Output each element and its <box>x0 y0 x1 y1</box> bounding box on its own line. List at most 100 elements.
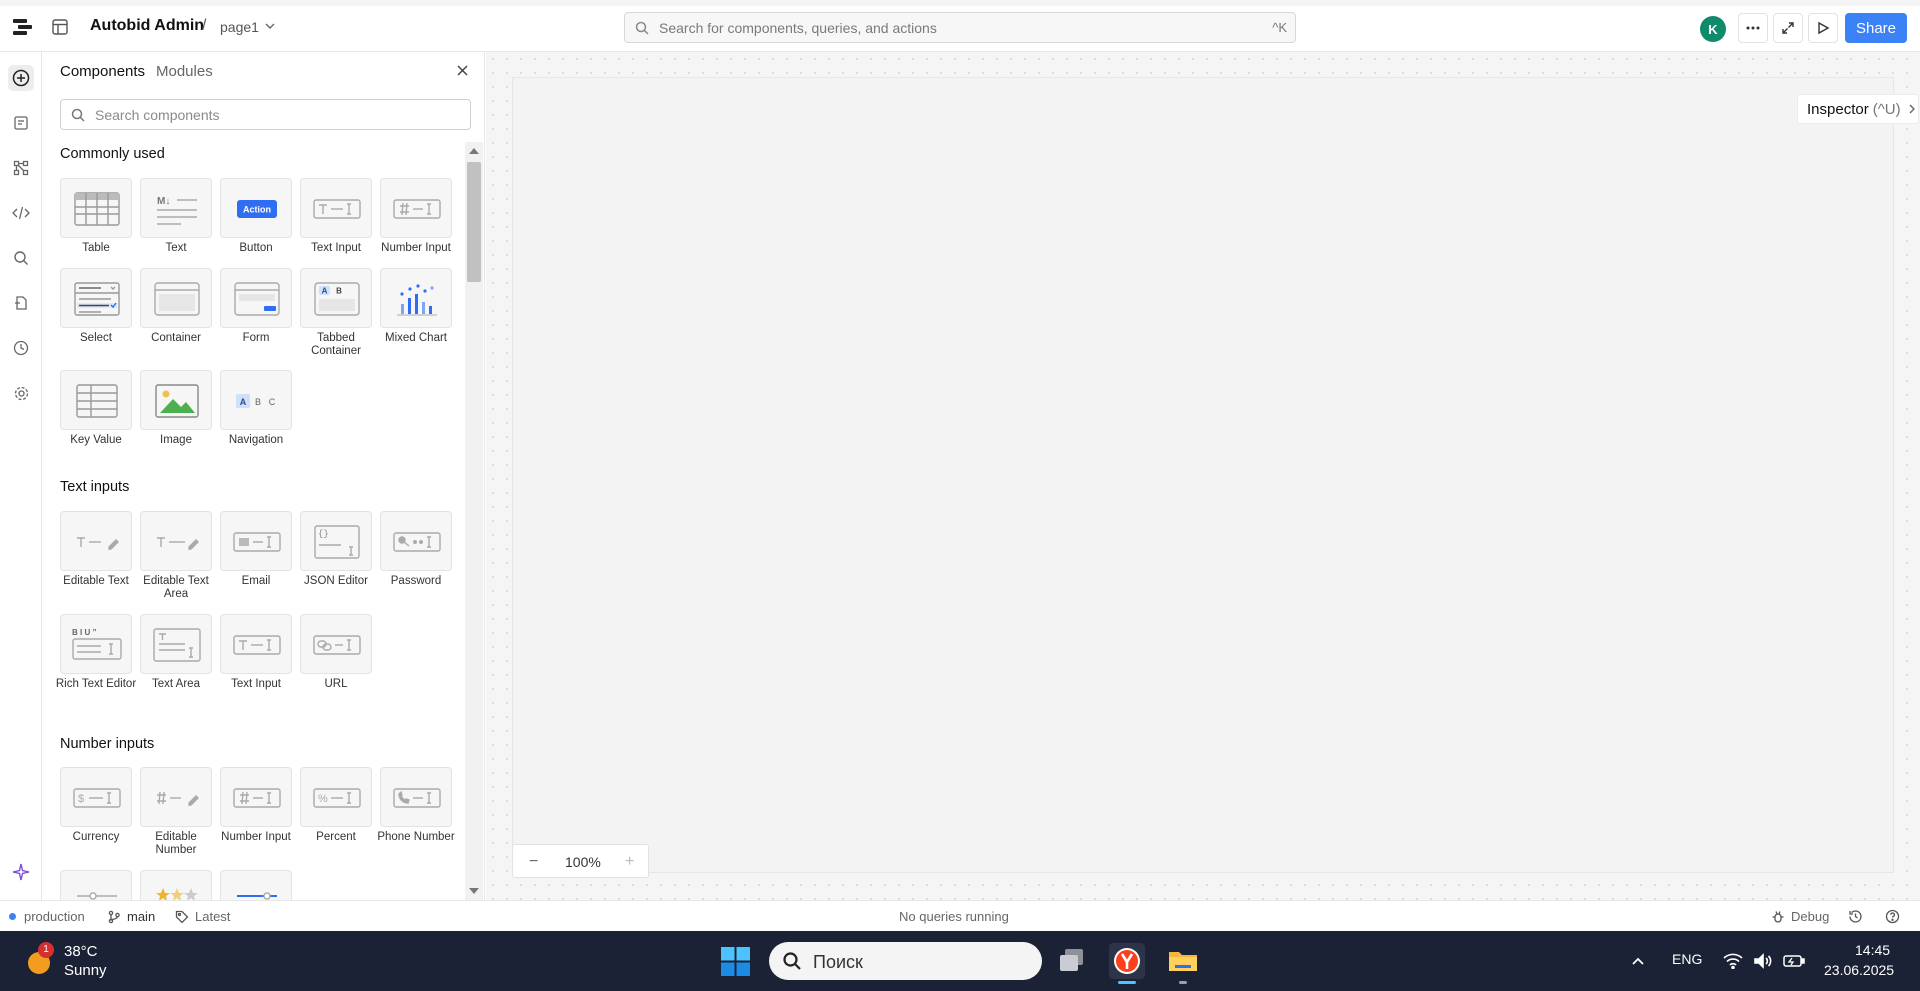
branch-selector[interactable]: main <box>107 909 155 924</box>
task-view-icon <box>1060 949 1083 971</box>
layout-icon[interactable] <box>50 17 70 37</box>
rail-queries[interactable] <box>8 110 34 136</box>
canvas-page[interactable]: Inspector (^U) <box>512 77 1919 873</box>
component-tile-navigation[interactable]: ABC <box>220 370 292 430</box>
text-input-icon <box>313 199 361 219</box>
component-tile-rich-text-editor[interactable]: B I U ” <box>60 614 132 674</box>
rail-code[interactable] <box>8 200 34 226</box>
taskbar-search[interactable]: Поиск <box>769 942 1042 980</box>
component-tile-range-slider[interactable] <box>220 870 292 900</box>
more-options-button[interactable] <box>1738 13 1768 43</box>
yandex-browser-app[interactable] <box>1109 943 1145 984</box>
component-tile-container[interactable] <box>140 268 212 328</box>
chevron-down-icon[interactable] <box>264 20 276 32</box>
component-tile-editable-number[interactable] <box>140 767 212 827</box>
component-tile-url[interactable] <box>300 614 372 674</box>
tab-modules[interactable]: Modules <box>156 63 213 80</box>
panel-scrollbar[interactable] <box>465 142 483 900</box>
global-search-input[interactable] <box>659 17 1219 39</box>
component-tile-password[interactable] <box>380 511 452 571</box>
clock-time[interactable]: 14:45 <box>1855 942 1890 958</box>
rail-transformers[interactable] <box>8 290 34 316</box>
rail-search[interactable] <box>8 245 34 271</box>
rail-add-component[interactable] <box>8 65 34 91</box>
version-selector[interactable]: Latest <box>175 909 230 924</box>
component-tile-slider[interactable] <box>60 870 132 900</box>
component-tile-image[interactable] <box>140 370 212 430</box>
button-tile-text: Action <box>243 205 271 215</box>
tab-components[interactable]: Components <box>60 63 145 80</box>
fullscreen-button[interactable] <box>1773 13 1803 43</box>
component-search-input[interactable] <box>95 105 455 125</box>
container-icon <box>154 282 200 316</box>
debug-button[interactable]: Debug <box>1771 909 1829 924</box>
rail-assist[interactable] <box>8 859 34 885</box>
avatar[interactable]: K <box>1700 16 1726 42</box>
component-tile-form[interactable] <box>220 268 292 328</box>
component-tile-json-editor[interactable]: {} <box>300 511 372 571</box>
rich-text-editor-icon: B I U ” <box>72 628 122 660</box>
scroll-down-arrow-icon[interactable] <box>469 888 479 894</box>
git-branch-icon <box>108 910 120 923</box>
zoom-out-button[interactable]: − <box>529 853 538 871</box>
component-tile-table[interactable] <box>60 178 132 238</box>
history-icon <box>1849 910 1862 923</box>
component-tile-currency[interactable]: $ <box>60 767 132 827</box>
component-tile-rating[interactable] <box>140 870 212 900</box>
zoom-in-button[interactable]: + <box>625 853 634 871</box>
component-tile-text-input[interactable] <box>300 178 372 238</box>
rail-component-tree[interactable] <box>8 155 34 181</box>
editable-number-icon <box>157 791 199 806</box>
svg-text:{}: {} <box>318 529 329 539</box>
battery-icon[interactable] <box>1783 954 1805 968</box>
component-tile-key-value[interactable] <box>60 370 132 430</box>
component-search-box[interactable] <box>60 99 471 130</box>
volume-icon[interactable] <box>1753 953 1773 969</box>
clock-date[interactable]: 23.06.2025 <box>1824 962 1894 978</box>
component-tile-text[interactable]: M↓ <box>140 178 212 238</box>
section-title-number-inputs: Number inputs <box>60 736 155 752</box>
component-tile-email[interactable] <box>220 511 292 571</box>
preview-button[interactable] <box>1808 13 1838 43</box>
task-view-button[interactable] <box>1054 943 1090 979</box>
component-tile-number-input-2[interactable] <box>220 767 292 827</box>
component-tile-text-input-2[interactable] <box>220 614 292 674</box>
component-tile-phone-number[interactable] <box>380 767 452 827</box>
history-button[interactable] <box>1848 909 1863 924</box>
weather-widget[interactable]: 1 38°C Sunny <box>24 941 144 981</box>
component-tile-mixed-chart[interactable] <box>380 268 452 328</box>
scroll-up-arrow-icon[interactable] <box>469 148 479 154</box>
inspector-toggle-button[interactable]: Inspector (^U) <box>1797 94 1919 124</box>
component-tile-select[interactable] <box>60 268 132 328</box>
component-tile-editable-text-area[interactable] <box>140 511 212 571</box>
play-icon <box>1818 21 1830 35</box>
start-button[interactable] <box>721 947 750 976</box>
component-tile-number-input[interactable] <box>380 178 452 238</box>
input-language[interactable]: ENG <box>1672 951 1702 967</box>
scrollbar-thumb[interactable] <box>467 162 481 282</box>
component-tile-button[interactable]: Action <box>220 178 292 238</box>
share-button[interactable]: Share <box>1845 13 1907 43</box>
wifi-icon[interactable] <box>1723 953 1743 969</box>
component-label: Editable Text <box>63 575 129 587</box>
rail-settings[interactable] <box>8 380 34 406</box>
page-selector[interactable]: page1 <box>220 19 259 35</box>
component-tile-editable-text[interactable] <box>60 511 132 571</box>
chevron-up-icon[interactable] <box>1631 956 1645 966</box>
number-input-icon <box>233 788 281 808</box>
retool-logo-icon[interactable] <box>10 14 36 40</box>
editor-canvas[interactable]: Inspector (^U) − 100% + <box>486 52 1920 900</box>
component-tile-tabbed-container[interactable]: AB <box>300 268 372 328</box>
component-tile-percent[interactable]: % <box>300 767 372 827</box>
environment-selector[interactable]: production <box>9 909 85 924</box>
markdown-mark: M↓ <box>157 196 170 207</box>
help-button[interactable] <box>1885 909 1900 924</box>
file-explorer-app[interactable] <box>1165 943 1201 984</box>
app-name[interactable]: Autobid Admin <box>90 17 204 35</box>
bug-icon <box>1772 910 1784 923</box>
global-search-box[interactable]: ^K <box>624 12 1296 43</box>
close-panel-button[interactable] <box>453 61 471 79</box>
app-window: Autobid Admin / page1 ^K K Share <box>0 0 1920 991</box>
component-tile-text-area[interactable] <box>140 614 212 674</box>
rail-history[interactable] <box>8 335 34 361</box>
